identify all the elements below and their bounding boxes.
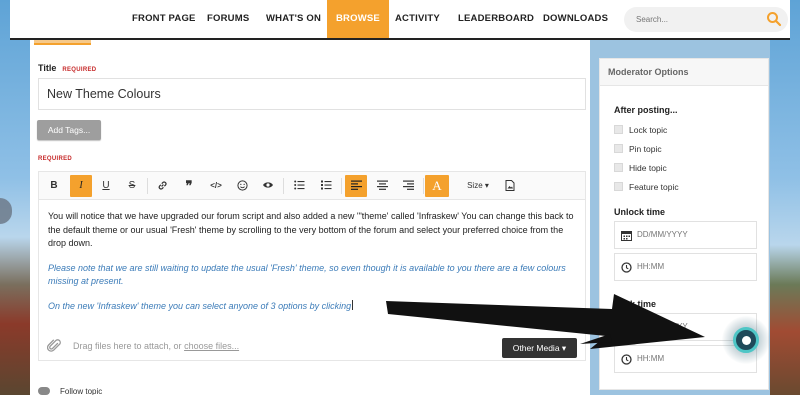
title-label-text: Title [38,63,57,73]
paragraph-1: You will notice that we have upgraded ou… [48,211,574,248]
follow-label: Follow topic [60,387,103,395]
clock-icon [621,354,632,365]
hide-topic-checkbox[interactable]: Hide topic [614,163,667,173]
calendar-icon [621,231,632,241]
calendar-icon [621,323,632,333]
size-label: Size [467,181,483,190]
checkbox-box[interactable] [614,144,623,153]
moderator-options-heading: Moderator Options [600,59,768,86]
search-icon[interactable] [766,11,782,27]
underline-icon[interactable]: U [95,175,117,197]
unlock-time-label: Unlock time [614,207,666,217]
emoji-icon[interactable] [231,175,253,197]
align-left-icon[interactable] [345,175,367,197]
after-posting-label: After posting... [614,105,678,115]
checkbox-label: Feature topic [629,182,679,192]
cursor-icon [733,327,759,353]
clock-icon [621,262,632,273]
editor-content[interactable]: You will notice that we have upgraded ou… [48,210,576,324]
choose-files-link[interactable]: choose files... [184,341,239,351]
toolbar-divider [423,178,424,194]
preview-icon[interactable] [499,175,521,197]
search-box [624,7,788,32]
new-topic-form: Title REQUIRED Add Tags... REQUIRED B I U… [30,40,590,395]
size-dropdown[interactable]: Size ▾ [463,175,493,197]
italic-icon[interactable]: I [70,175,92,197]
bullet-list-icon[interactable] [288,175,310,197]
toolbar-divider [147,178,148,194]
nav-whats-on[interactable]: WHAT'S ON [266,0,321,38]
checkbox-box[interactable] [614,125,623,134]
checkbox-label: Hide topic [629,163,667,173]
title-label: Title REQUIRED [38,63,96,73]
paragraph-3: On the new 'Infraskew' theme you can sel… [48,299,576,314]
paragraph-2: Please note that we are still waiting to… [48,262,566,287]
title-input[interactable] [38,78,586,110]
content-required-badge: REQUIRED [38,156,73,162]
nav-forums[interactable]: FORUMS [207,0,249,38]
numbered-list-icon[interactable] [315,175,337,197]
attach-hint: Drag files here to attach, or choose fil… [73,341,239,351]
cursor-center [742,336,751,345]
text-caret [352,299,354,310]
link-icon[interactable] [151,175,173,197]
pin-topic-checkbox[interactable]: Pin topic [614,144,662,154]
unlock-time-field [614,253,757,281]
unlock-date-input[interactable] [637,230,747,239]
lock-topic-checkbox[interactable]: Lock topic [614,125,667,135]
font-color-icon[interactable]: A [425,175,449,197]
unlock-date-field [614,221,757,249]
spoiler-icon[interactable] [257,175,279,197]
checkbox-label: Lock topic [629,125,668,135]
strikethrough-icon[interactable]: S [121,175,143,197]
follow-topic-row[interactable]: Follow topic [38,387,102,395]
checkbox-box[interactable] [614,182,623,191]
background-scenery-left [0,0,30,395]
active-tab-indicator [34,40,91,45]
top-navigation: FRONT PAGE FORUMS WHAT'S ON BROWSE ACTIV… [10,0,790,40]
nav-leaderboard[interactable]: LEADERBOARD [458,0,534,38]
search-input[interactable] [636,15,756,24]
code-icon[interactable]: </> [205,175,227,197]
unlock-time-input[interactable] [637,262,747,271]
required-badge: REQUIRED [62,67,97,73]
nav-activity[interactable]: ACTIVITY [395,0,440,38]
align-right-icon[interactable] [397,175,419,197]
paragraph-3-text: On the new 'Infraskew' theme you can sel… [48,300,352,311]
toolbar-divider [283,178,284,194]
bold-icon[interactable]: B [43,175,65,197]
follow-toggle[interactable] [38,387,50,395]
add-tags-button[interactable]: Add Tags... [37,120,101,140]
feature-topic-checkbox[interactable]: Feature topic [614,182,679,192]
toolbar-divider [341,178,342,194]
nav-browse[interactable]: BROWSE [327,0,389,38]
editor-toolbar: B I U S ❞ </> A Size ▾ [39,172,585,200]
quote-icon[interactable]: ❞ [178,175,200,197]
attach-hint-text: Drag files here to attach, or [73,341,185,351]
paperclip-icon [47,339,61,352]
align-center-icon[interactable] [371,175,393,197]
checkbox-label: Pin topic [629,144,662,154]
background-scenery-right [770,0,800,395]
checkbox-box[interactable] [614,163,623,172]
nav-downloads[interactable]: DOWNLOADS [543,0,608,38]
rich-text-editor: B I U S ❞ </> A Size ▾ You will notice t… [38,171,586,361]
other-media-label: Other Media [512,343,560,353]
lock-time-label: Lock time [614,299,657,309]
nav-front-page[interactable]: FRONT PAGE [132,0,196,38]
other-media-button[interactable]: Other Media ▾ [502,338,577,358]
